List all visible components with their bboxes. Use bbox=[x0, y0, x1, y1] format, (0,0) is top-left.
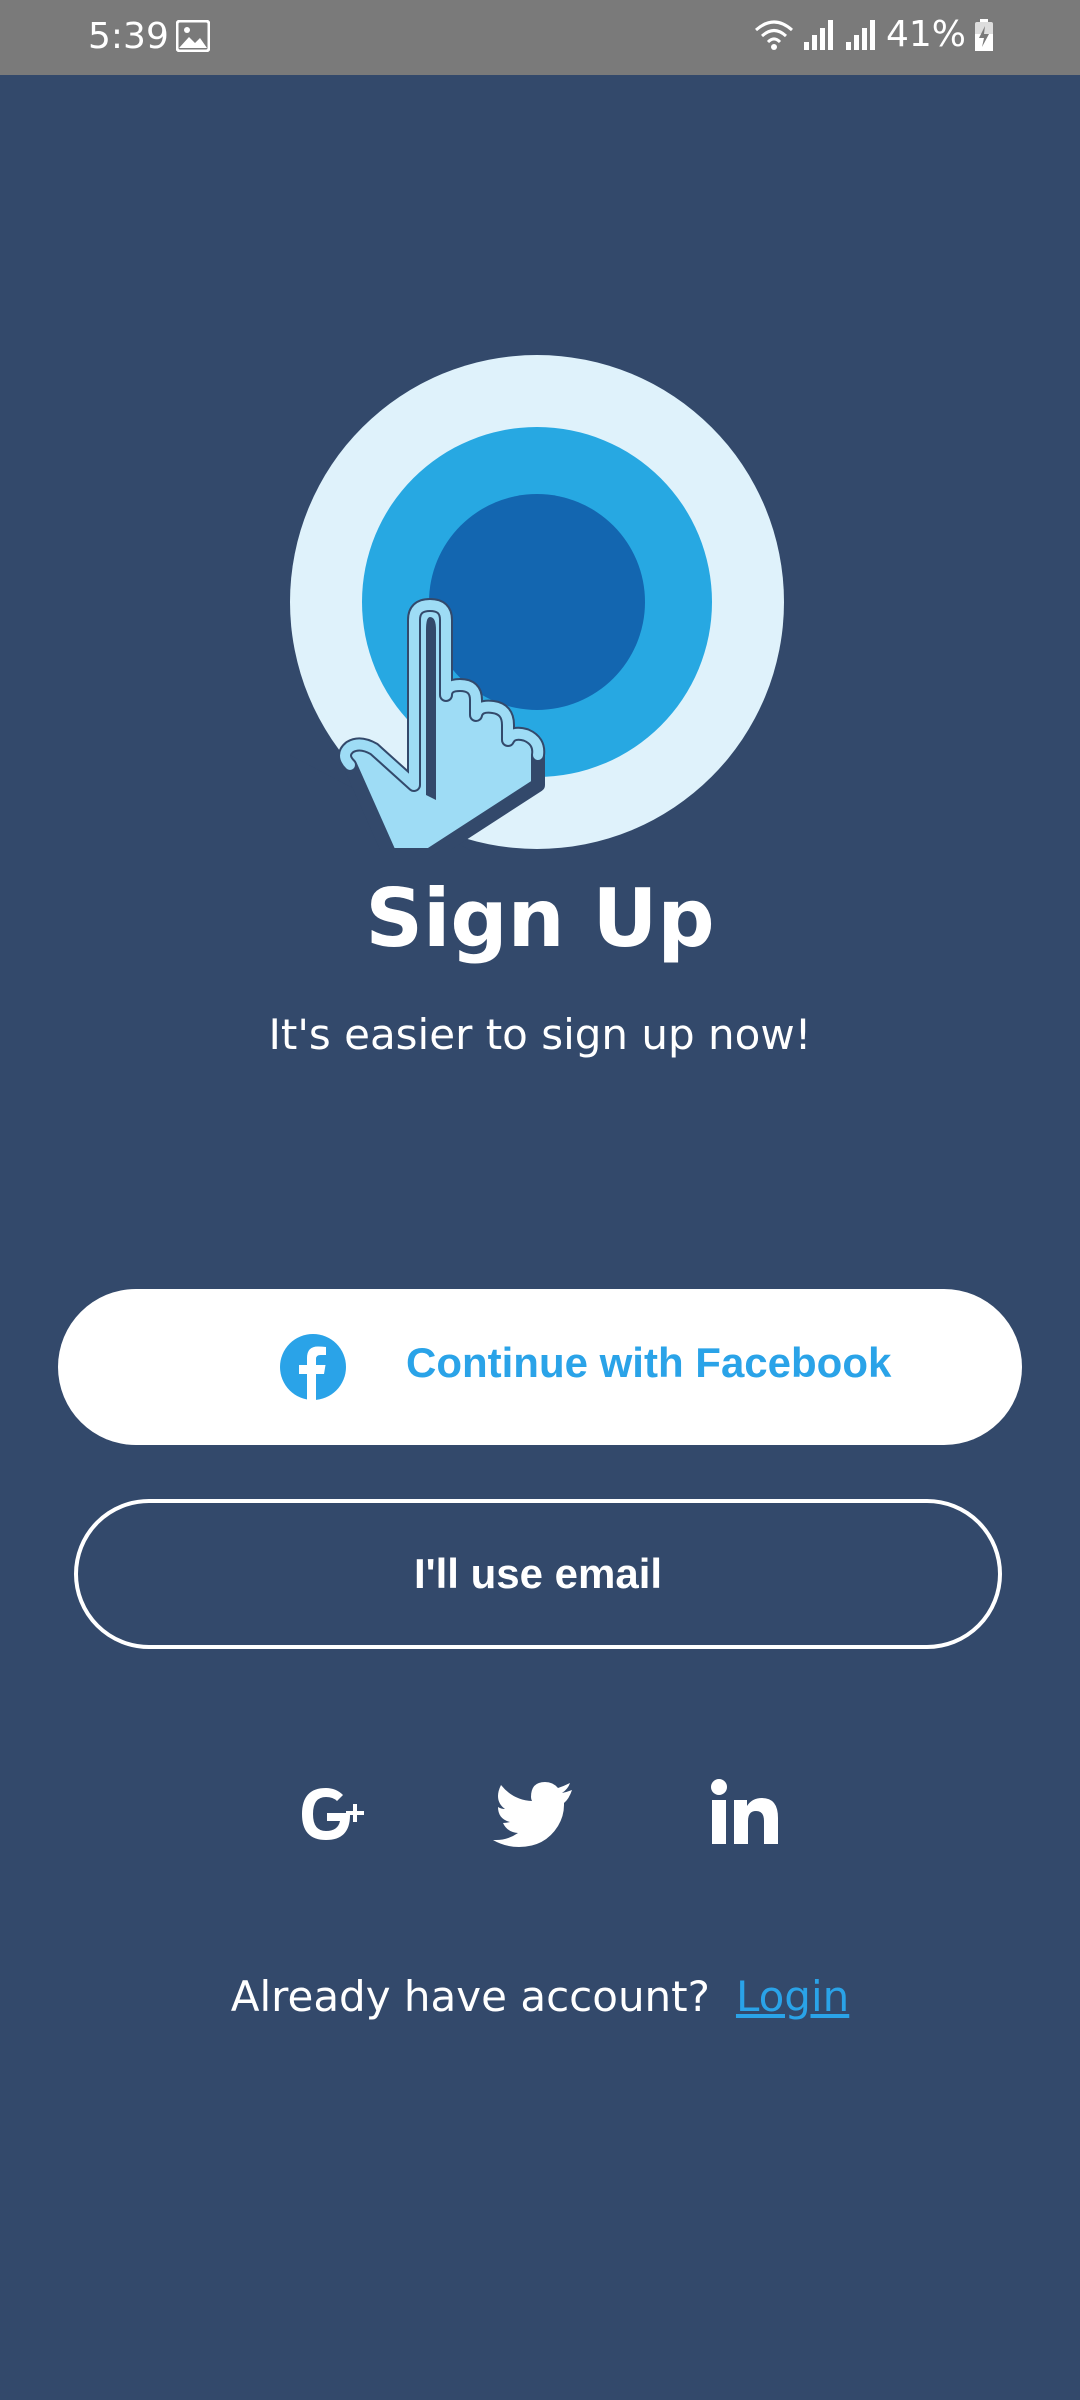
status-bar: 5:39 41% bbox=[0, 0, 1080, 75]
signal-icon-2 bbox=[845, 19, 875, 50]
google-plus-icon[interactable] bbox=[285, 1768, 375, 1858]
page-subtitle: It's easier to sign up now! bbox=[268, 1010, 812, 1059]
battery-charging-icon bbox=[975, 18, 993, 51]
email-button-label: I'll use email bbox=[413, 1550, 663, 1597]
linkedin-icon[interactable] bbox=[700, 1768, 790, 1858]
facebook-icon bbox=[280, 1334, 346, 1400]
battery-percent: 41% bbox=[885, 14, 966, 55]
gallery-icon bbox=[176, 20, 210, 52]
page-title: Sign Up bbox=[365, 872, 715, 965]
wifi-icon bbox=[754, 20, 793, 50]
signal-icon bbox=[803, 19, 833, 50]
facebook-button-label: Continue with Facebook bbox=[406, 1339, 892, 1386]
tap-target-logo bbox=[290, 355, 784, 850]
status-icons: 41% bbox=[754, 14, 994, 55]
twitter-icon[interactable] bbox=[490, 1768, 580, 1858]
login-prompt-text: Already have account? bbox=[230, 1972, 710, 2021]
login-link[interactable]: Login bbox=[736, 1972, 849, 2021]
continue-with-facebook-button[interactable]: Continue with Facebook bbox=[58, 1289, 1022, 1445]
use-email-button[interactable]: I'll use email bbox=[74, 1499, 1002, 1649]
status-time: 5:39 bbox=[88, 16, 169, 57]
login-prompt: Already have account? Login bbox=[0, 1972, 1080, 2021]
